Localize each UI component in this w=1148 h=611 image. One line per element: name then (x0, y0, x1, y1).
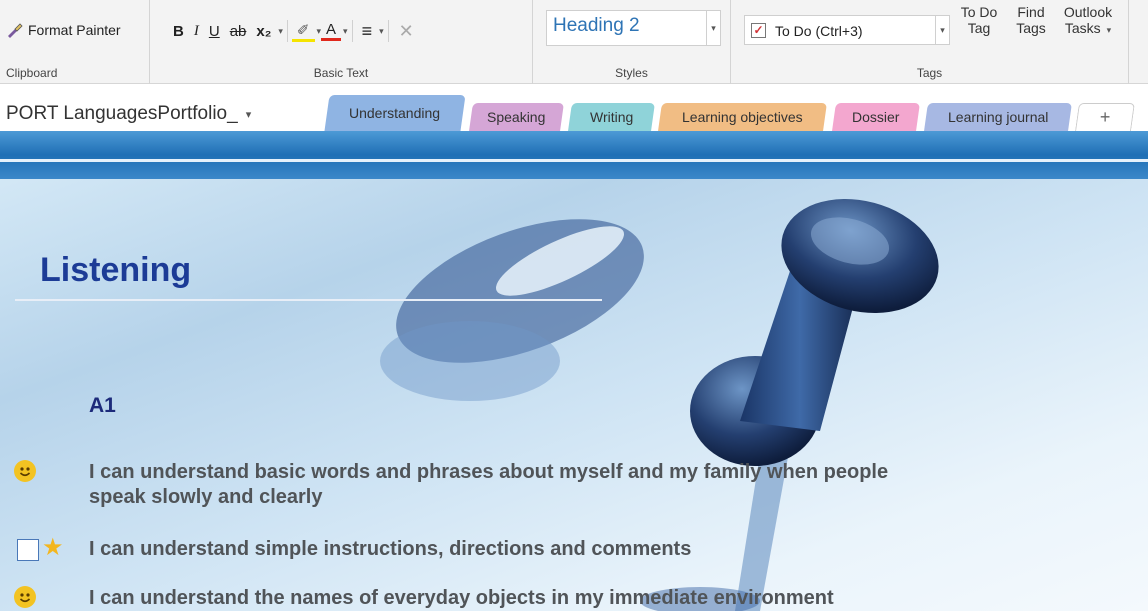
ribbon: Format Painter Clipboard B I U ab x₂ ▾ ✐… (0, 0, 1148, 84)
list-item-line: speak slowly and clearly (89, 486, 323, 508)
bold-button[interactable]: B (168, 23, 189, 40)
chevron-down-icon[interactable]: ▾ (935, 16, 949, 44)
highlight-icon[interactable]: ✐ (291, 21, 315, 42)
page-title: Listening (40, 251, 192, 289)
clipboard-group: Format Painter Clipboard (0, 0, 150, 84)
list-item-line: I can understand the names of everyday o… (89, 587, 834, 609)
add-section-tab[interactable]: + (1075, 103, 1135, 131)
clipboard-group-label: Clipboard (6, 66, 58, 80)
chevron-down-icon[interactable]: ▾ (278, 26, 283, 37)
tab-label: Speaking (487, 109, 546, 125)
current-style: Heading 2 (553, 15, 640, 36)
chevron-down-icon[interactable]: ▾ (706, 11, 720, 45)
smiley-icon[interactable] (14, 460, 36, 482)
paintbrush-icon (8, 23, 23, 38)
styles-group: Heading 2 ▾ Styles (533, 0, 731, 84)
italic-button[interactable]: I (189, 23, 204, 40)
current-tag: To Do (Ctrl+3) (775, 23, 863, 39)
tags-group: ✓ To Do (Ctrl+3) ▾ To Do Tag Find Tags O… (731, 0, 1129, 84)
todo-tag-label-line2: Tag (967, 20, 991, 36)
tab-speaking[interactable]: Speaking (469, 103, 564, 131)
styles-group-label: Styles (615, 66, 648, 80)
tab-label: Writing (589, 109, 634, 125)
tab-label: Learning journal (947, 109, 1049, 125)
find-tags-button[interactable]: Find Tags (1013, 4, 1049, 36)
underline-button[interactable]: U (204, 23, 225, 40)
tab-dossier[interactable]: Dossier (832, 103, 920, 131)
todo-tag-label-line1: To Do (960, 4, 998, 20)
todo-tag-button[interactable]: To Do Tag (959, 4, 999, 36)
plus-icon: + (1099, 107, 1111, 127)
basic-text-group-label: Basic Text (313, 66, 369, 80)
page-canvas[interactable]: Listening A1 I can understand basic word… (0, 131, 1148, 611)
checkbox-icon[interactable] (17, 539, 39, 561)
font-color-button[interactable]: A (321, 21, 342, 41)
outlook-tasks-label-line2: Tasks (1064, 20, 1101, 36)
separator (387, 20, 389, 42)
tab-learning-journal[interactable]: Learning journal (924, 103, 1072, 131)
tags-gallery[interactable]: ✓ To Do (Ctrl+3) ▾ (744, 15, 950, 45)
subscript-button[interactable]: x₂ (251, 23, 276, 40)
list-item: I can understand the names of everyday o… (89, 586, 834, 611)
star-icon: ★ (42, 534, 64, 561)
tab-label: Learning objectives (682, 109, 803, 125)
styles-gallery[interactable]: Heading 2 ▾ (546, 10, 721, 46)
tab-learning-objectives[interactable]: Learning objectives (658, 103, 827, 131)
chevron-down-icon[interactable]: ▾ (379, 26, 384, 37)
level-heading: A1 (89, 394, 116, 417)
format-painter-button[interactable]: Format Painter (6, 22, 121, 38)
align-icon[interactable]: ≡ (357, 21, 378, 42)
checkbox-icon: ✓ (751, 23, 766, 38)
list-item-line: I can understand simple instructions, di… (89, 538, 692, 560)
separator (286, 20, 288, 42)
chevron-down-icon[interactable]: ▾ (343, 26, 348, 37)
notebook-dropdown[interactable]: PORT LanguagesPortfolio_ ▾ (6, 103, 251, 125)
chevron-down-icon: ▾ (1106, 25, 1112, 35)
list-item: I can understand simple instructions, di… (89, 537, 691, 562)
chevron-down-icon: ▾ (245, 108, 252, 121)
list-item-line: I can understand basic words and phrases… (89, 461, 889, 483)
list-item: I can understand basic words and phrases… (89, 460, 888, 510)
tags-group-label: Tags (916, 66, 943, 80)
tab-writing[interactable]: Writing (568, 103, 655, 131)
strikethrough-button[interactable]: ab (225, 23, 252, 40)
clear-formatting-icon[interactable]: ✕ (393, 21, 420, 42)
title-underline (15, 299, 602, 301)
separator (351, 20, 353, 42)
find-tags-label-line1: Find (1017, 4, 1045, 20)
find-tags-label-line2: Tags (1016, 20, 1046, 36)
format-painter-label: Format Painter (28, 22, 121, 38)
outlook-tasks-button[interactable]: Outlook Tasks ▾ (1053, 4, 1123, 38)
tab-understanding[interactable]: Understanding (324, 95, 466, 131)
tab-label: Understanding (349, 105, 441, 121)
notebook-name: PORT LanguagesPortfolio_ (6, 103, 238, 124)
smiley-icon[interactable] (14, 586, 36, 608)
basic-text-toolbar: B I U ab x₂ ▾ ✐ ▾ A ▾ ≡ ▾ ✕ (168, 18, 420, 44)
tab-label: Dossier (852, 109, 900, 125)
basic-text-group: B I U ab x₂ ▾ ✐ ▾ A ▾ ≡ ▾ ✕ Basic Text (150, 0, 533, 84)
outlook-tasks-label-line1: Outlook (1063, 4, 1113, 20)
